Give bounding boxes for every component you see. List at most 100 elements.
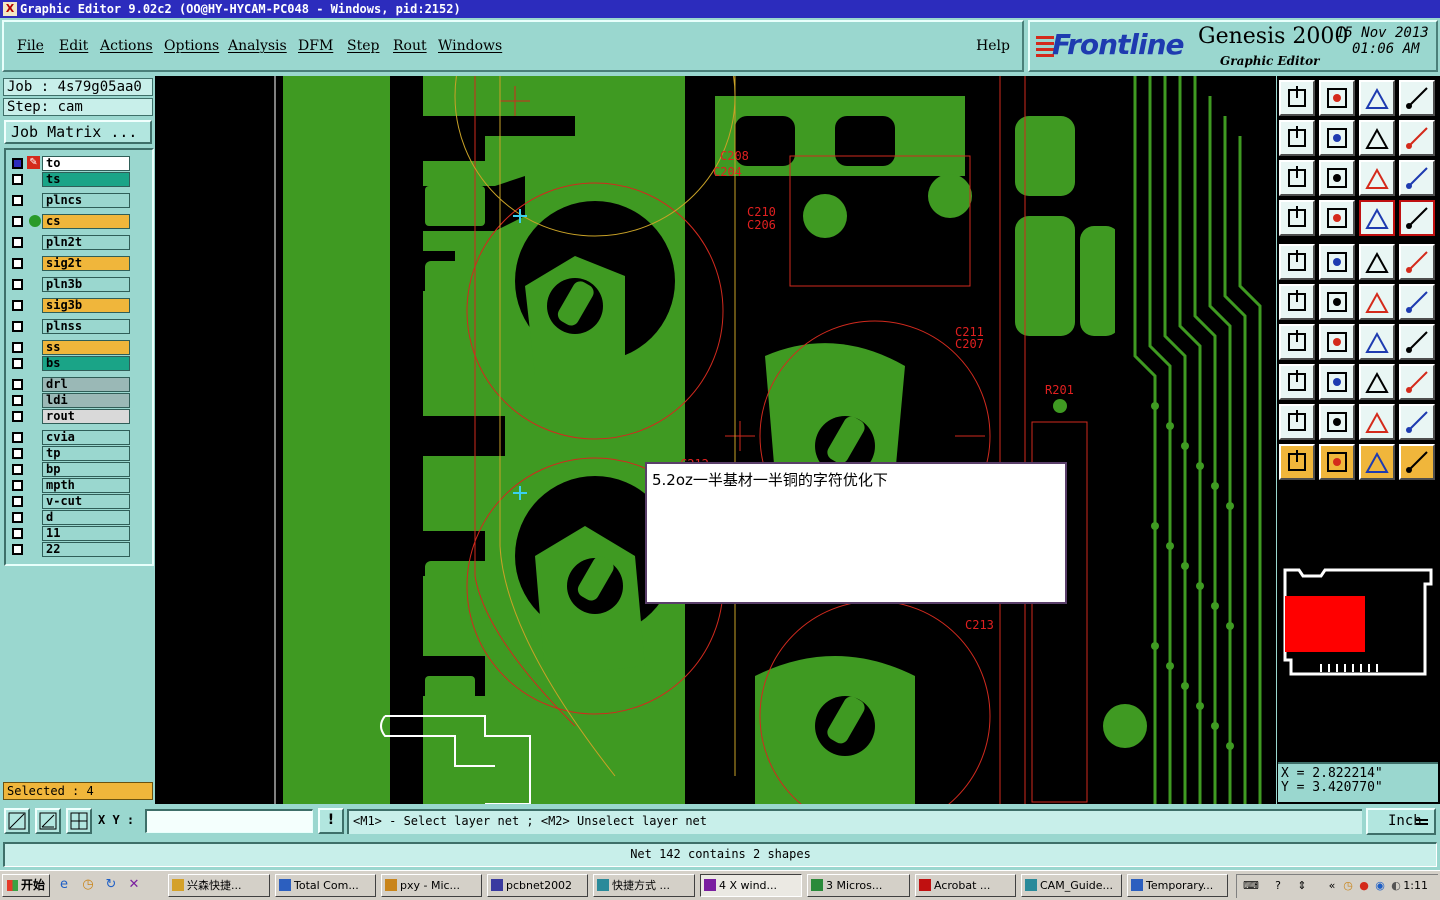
volume-icon[interactable]: ◐ [1389,879,1403,893]
layer-name[interactable]: bp [42,462,130,477]
slash-button[interactable] [1319,324,1355,360]
layer-row-ss[interactable]: ss [10,340,130,355]
layer-name[interactable]: pln3b [42,277,130,292]
layer-name[interactable]: ss [42,340,130,355]
layer-checkbox[interactable] [12,379,23,390]
home-button[interactable] [1359,80,1395,116]
layer-checkbox[interactable] [12,358,23,369]
grid-snap-button[interactable] [66,808,92,834]
layer-row-22[interactable]: 22 [10,542,130,557]
layer-name[interactable]: v-cut [42,494,130,509]
layer-row-mpth[interactable]: mpth [10,478,130,493]
layer-checkbox[interactable] [12,195,23,206]
layer-stack-button[interactable] [1359,200,1395,236]
layer-row-d[interactable]: d [10,510,130,525]
layer-row-cs[interactable]: cs [10,214,130,229]
layer-name[interactable]: 11 [42,526,130,541]
menu-dfm[interactable]: DFM [298,38,333,54]
layer-name[interactable]: plnss [42,319,130,334]
taskbar-task[interactable]: 3 Micros... [807,874,910,897]
minus-button[interactable] [1319,364,1355,400]
layer-row-ldi[interactable]: ldi [10,393,130,408]
job-matrix-button[interactable]: Job Matrix ... [4,120,152,144]
layer-name[interactable]: 22 [42,542,130,557]
layer-row-pln3b[interactable]: pln3b [10,277,130,292]
layer-checkbox[interactable] [12,496,23,507]
layer-row-bs[interactable]: bs [10,356,130,371]
layer-row-drl[interactable]: drl [10,377,130,392]
layer-name[interactable]: tp [42,446,130,461]
group-button[interactable] [1399,364,1435,400]
layer-name[interactable]: cs [42,214,130,229]
pcb-drawing[interactable]: C208 C204 C210 C206 C211 C207 R201 C213 … [155,76,1276,804]
layer-name[interactable]: ts [42,172,130,187]
left-arrow-button[interactable] [1279,120,1315,156]
layer-row-to[interactable]: ✎ to [10,156,130,171]
layer-checkbox[interactable] [12,448,23,459]
menu-file[interactable]: File [17,38,44,54]
layer-name[interactable]: ldi [42,393,130,408]
measure-button[interactable] [1359,364,1395,400]
layer-checkbox[interactable] [12,279,23,290]
layer-checkbox[interactable] [12,237,23,248]
move-to-layer-button[interactable] [1279,80,1315,116]
layer-checkbox[interactable] [12,300,23,311]
layer-row-sig3b[interactable]: sig3b [10,298,130,313]
taskbar-task[interactable]: pcbnet2002 [487,874,588,897]
refresh-icon[interactable]: ↻ [103,877,119,893]
taskbar-task[interactable]: Temporary... [1127,874,1228,897]
clock-app-icon[interactable]: ◷ [80,877,96,893]
taskbar-task[interactable]: 快捷方式 ... [593,874,695,897]
message-popup[interactable]: 5.2oz一半基材一半铜的字符优化下 [645,462,1067,604]
zoom-center-button[interactable] [1319,160,1355,196]
layer-checkbox[interactable] [12,342,23,353]
layer-row-cvia[interactable]: cvia [10,430,130,445]
window-button[interactable] [1399,80,1435,116]
start-button[interactable]: 开始 [2,874,50,897]
angle-button[interactable] [1279,324,1315,360]
taskbar-task[interactable]: Acrobat ... [915,874,1016,897]
layer-checkbox[interactable] [12,480,23,491]
ie-icon[interactable]: e [56,877,72,893]
menu-actions[interactable]: Actions [100,38,153,54]
layer-checkbox[interactable] [12,411,23,422]
layer-row-11[interactable]: 11 [10,526,130,541]
layer-checkbox[interactable] [12,528,23,539]
triangle-a-button[interactable] [1319,404,1355,440]
zoom-home-button[interactable] [4,808,30,834]
layer-checkbox[interactable] [12,158,23,169]
menu-step[interactable]: Step [347,38,379,54]
tray-app-icon[interactable]: ● [1357,879,1371,893]
layer-stack-red-button[interactable] [1399,200,1435,236]
layer-name[interactable]: rout [42,409,130,424]
layer-checkbox[interactable] [12,174,23,185]
right-arrow-button[interactable] [1319,120,1355,156]
layer-checkbox[interactable] [12,395,23,406]
tray-chevron-icon[interactable]: « [1325,879,1339,893]
tray-app-icon[interactable]: ◉ [1373,879,1387,893]
menu-edit[interactable]: Edit [59,38,88,54]
taskbar-task[interactable]: Total Com... [275,874,376,897]
layer-row-plncs[interactable]: plncs [10,193,130,208]
x-app-icon[interactable]: ✕ [126,877,142,893]
menu-rout[interactable]: Rout [393,38,427,54]
swap-button[interactable] [1359,120,1395,156]
board-minimap[interactable] [1281,564,1435,680]
layer-row-tp[interactable]: tp [10,446,130,461]
xy-input[interactable] [145,809,313,833]
layer-name[interactable]: drl [42,377,130,392]
pointer-button[interactable] [1279,444,1315,480]
layer-name[interactable]: sig2t [42,256,130,271]
triangle-b-button[interactable] [1359,404,1395,440]
pointer-box-button[interactable] [1319,444,1355,480]
layer-name[interactable]: bs [42,356,130,371]
line-button[interactable] [1359,284,1395,320]
menu-windows[interactable]: Windows [438,38,502,54]
menu-help[interactable]: Help [976,38,1010,54]
layer-checkbox[interactable] [12,512,23,523]
taskbar-task[interactable]: 兴森快捷... [168,874,270,897]
keyboard-icon[interactable]: ⌨ [1243,879,1259,893]
help-tray-icon[interactable]: ? [1271,879,1285,893]
settings-button[interactable] [1279,200,1315,236]
taskbar-task[interactable]: pxy - Mic... [381,874,482,897]
